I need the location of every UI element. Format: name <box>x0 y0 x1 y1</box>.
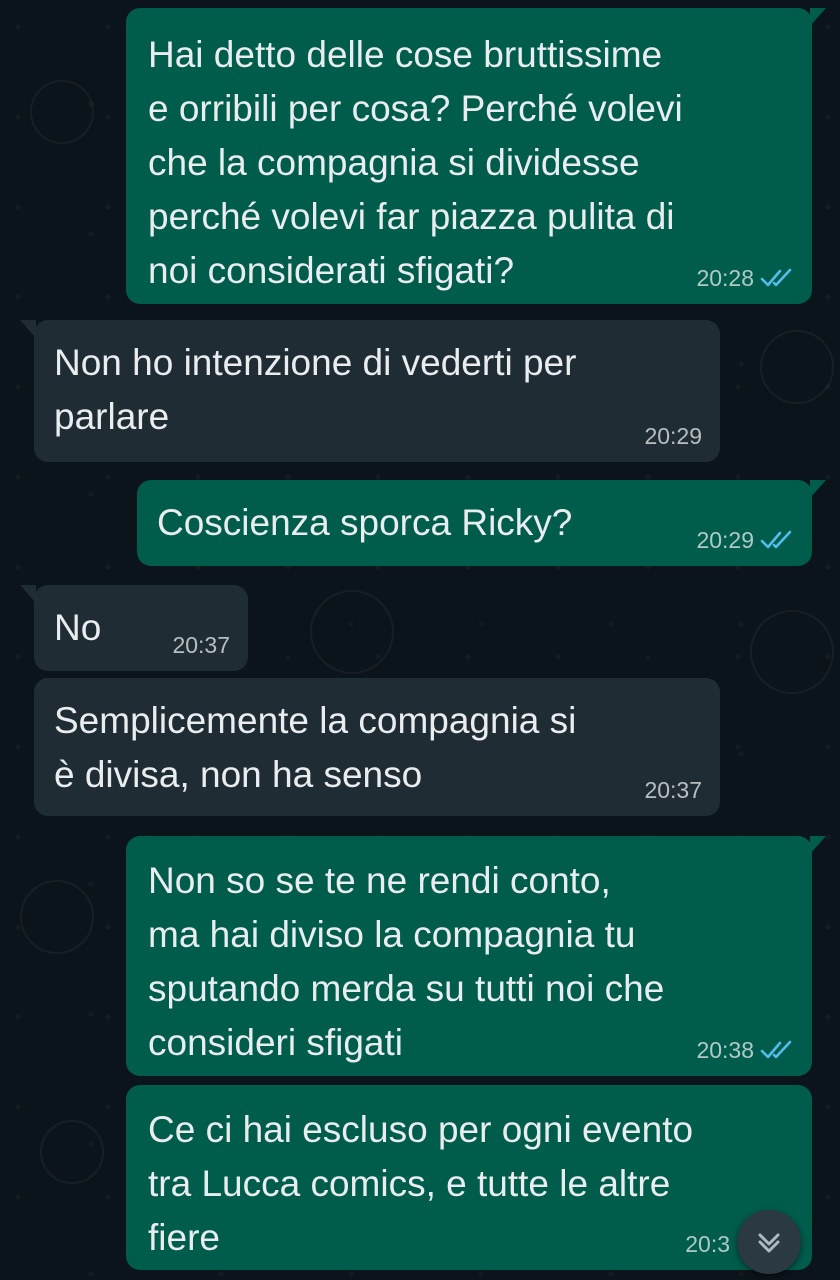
outgoing-message[interactable]: Hai detto delle cose bruttissime e orrib… <box>126 8 826 304</box>
message-meta: 20:37 <box>644 776 702 804</box>
message-time: 20:28 <box>696 265 754 291</box>
outgoing-message[interactable]: Ce ci hai escluso per ogni evento tra Lu… <box>126 1085 812 1270</box>
message-text: Hai detto delle cose bruttissime e orrib… <box>148 34 683 291</box>
message-time: 20:29 <box>696 527 754 553</box>
scroll-to-bottom-button[interactable] <box>737 1210 801 1274</box>
message-text: Semplicemente la compagnia si è divisa, … <box>54 700 577 795</box>
message-meta: 20:28 <box>696 264 794 292</box>
bubble-tail <box>810 836 826 854</box>
message-meta: 20:38 <box>696 1036 794 1064</box>
message-meta: 20:37 <box>172 631 230 659</box>
message-time: 20:37 <box>644 777 702 803</box>
message-time: 20:3 <box>685 1231 730 1257</box>
message-text: Non ho intenzione di vederti per parlare <box>54 342 577 437</box>
message-time: 20:29 <box>644 423 702 449</box>
bubble-tail <box>20 320 36 338</box>
double-check-icon <box>760 268 792 287</box>
outgoing-message[interactable]: Coscienza sporca Ricky? 20:29 <box>137 480 826 566</box>
bubble-tail <box>810 8 826 26</box>
incoming-message[interactable]: No 20:37 <box>20 585 248 671</box>
incoming-message[interactable]: Non ho intenzione di vederti per parlare… <box>20 320 720 462</box>
message-text: Coscienza sporca Ricky? <box>157 502 573 543</box>
chevron-down-icon <box>758 1233 780 1253</box>
bubble-tail <box>20 585 36 603</box>
message-time: 20:37 <box>172 632 230 658</box>
message-meta: 20:3 <box>685 1230 730 1258</box>
message-meta: 20:29 <box>644 422 702 450</box>
incoming-message[interactable]: Semplicemente la compagnia si è divisa, … <box>34 678 720 816</box>
double-check-icon <box>760 1040 792 1059</box>
bubble-tail <box>810 480 826 498</box>
message-list[interactable]: Hai detto delle cose bruttissime e orrib… <box>0 0 840 1280</box>
message-meta: 20:29 <box>696 526 794 554</box>
outgoing-message[interactable]: Non so se te ne rendi conto, ma hai divi… <box>126 836 826 1076</box>
double-check-icon <box>760 530 792 549</box>
message-time: 20:38 <box>696 1037 754 1063</box>
message-text: Non so se te ne rendi conto, ma hai divi… <box>148 860 665 1063</box>
